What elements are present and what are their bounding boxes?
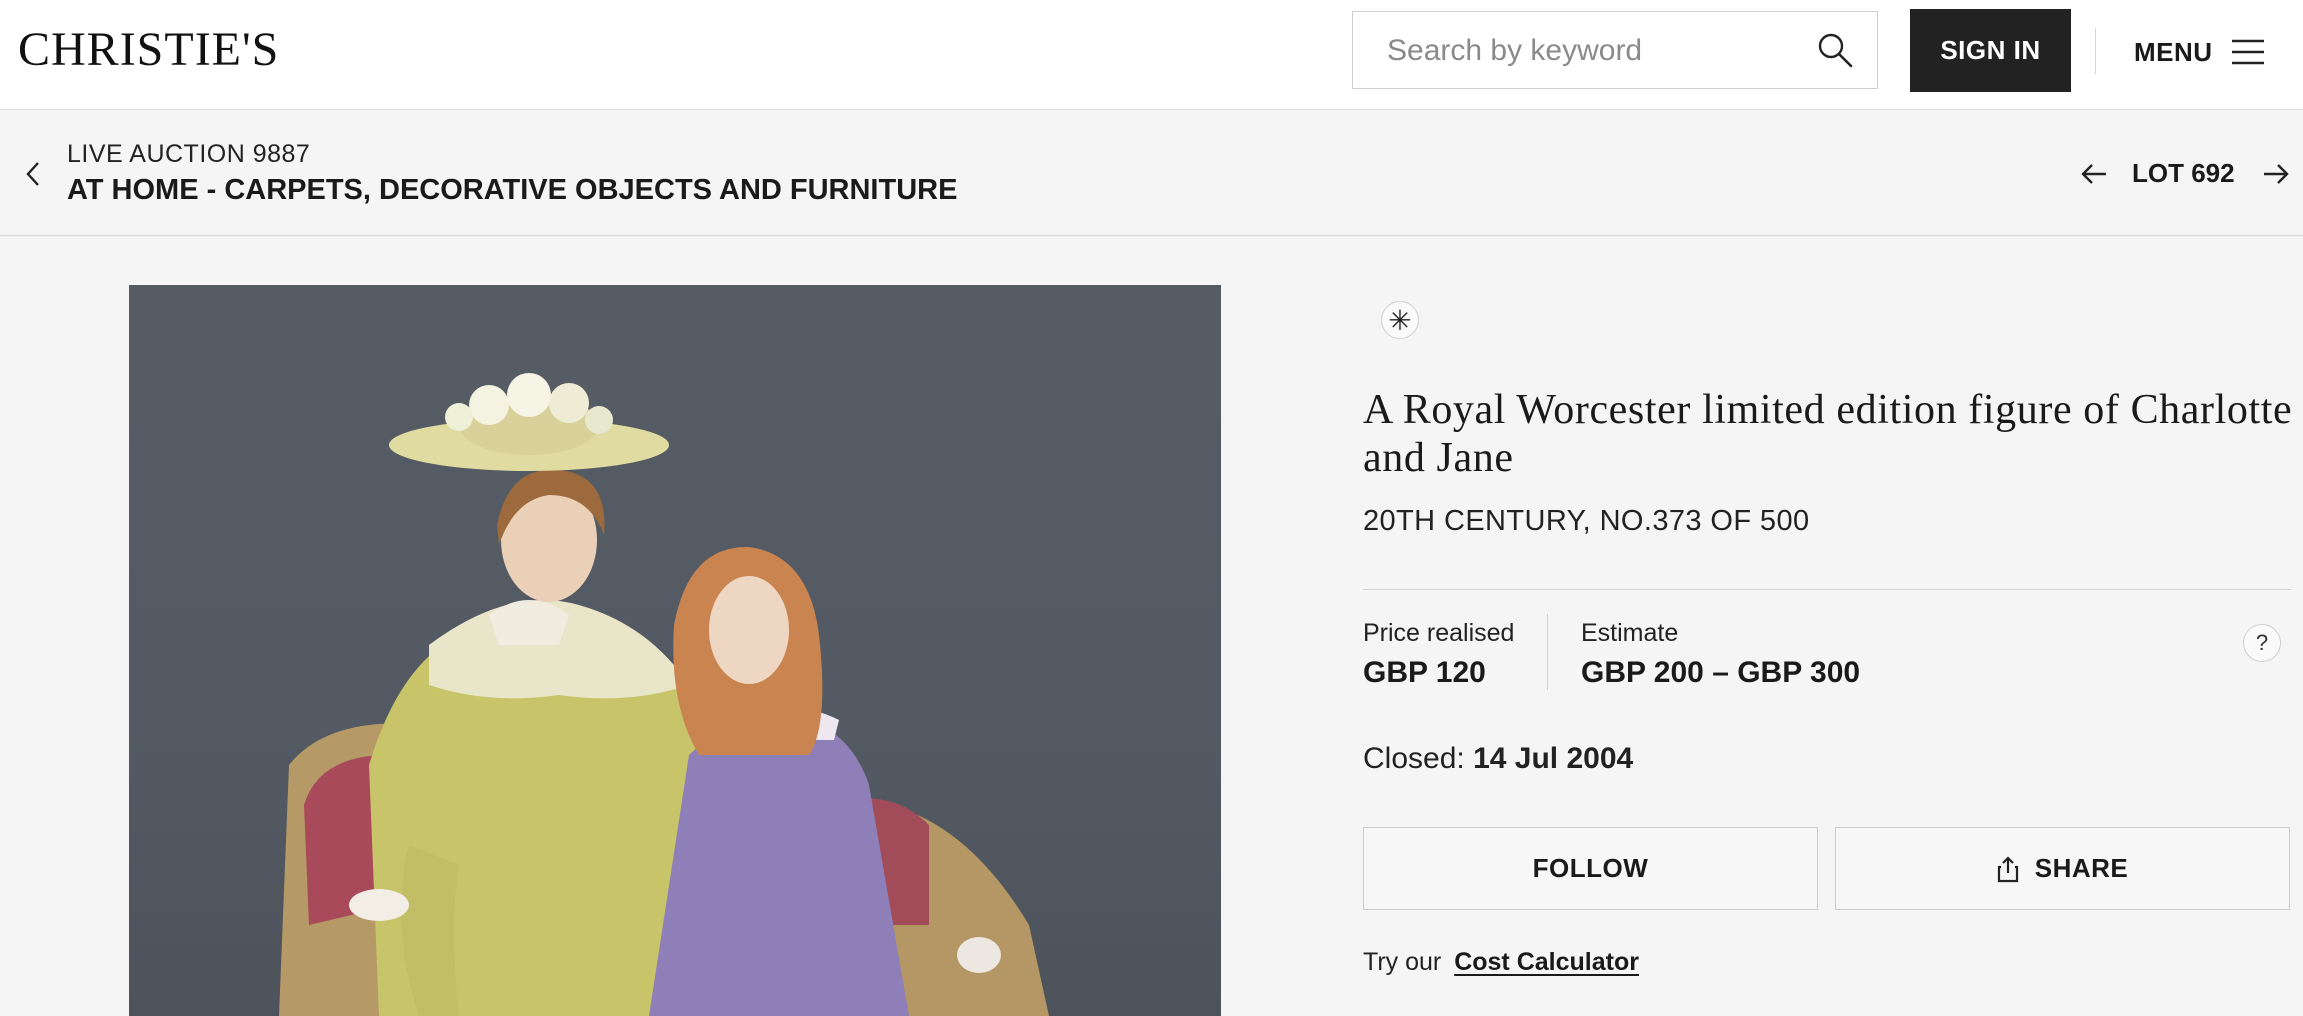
estimate-value: GBP 200 – GBP 300 xyxy=(1581,656,1861,689)
auction-bar: LIVE AUCTION 9887 AT HOME - CARPETS, DEC… xyxy=(0,110,2303,236)
menu-button[interactable]: MENU xyxy=(2134,30,2265,74)
search-icon[interactable] xyxy=(1817,32,1853,68)
header-divider xyxy=(2095,28,2096,74)
lot-title: A Royal Worcester limited edition figure… xyxy=(1363,387,2293,481)
arrow-left-icon[interactable] xyxy=(2080,160,2108,188)
cost-calculator-row: Try our Cost Calculator xyxy=(1363,948,1639,977)
estimate-label: Estimate xyxy=(1581,619,1679,647)
share-label: SHARE xyxy=(2034,853,2129,883)
lot-number: LOT 692 xyxy=(2132,158,2235,188)
follow-label: FOLLOW xyxy=(1532,853,1649,883)
search-box[interactable] xyxy=(1352,11,1878,90)
lot-image[interactable] xyxy=(129,285,1221,1016)
christies-logo[interactable]: CHRISTIE'S xyxy=(18,22,279,77)
share-button[interactable]: SHARE xyxy=(1835,827,2290,910)
price-realised-label: Price realised xyxy=(1363,619,1515,647)
price-realised-value: GBP 120 xyxy=(1363,656,1486,689)
estimate: Estimate GBP 200 – GBP 300 xyxy=(1581,619,1860,690)
details-divider xyxy=(1363,589,2291,590)
share-icon xyxy=(1997,855,2018,882)
search-input[interactable] xyxy=(1385,12,1809,90)
sign-in-button[interactable]: SIGN IN xyxy=(1910,9,2071,92)
menu-label: MENU xyxy=(2134,36,2213,67)
hamburger-icon xyxy=(2231,39,2264,65)
follow-button[interactable]: FOLLOW xyxy=(1363,827,1818,910)
closed-date: Closed: 14 Jul 2004 xyxy=(1363,742,1633,776)
cost-calculator-link[interactable]: Cost Calculator xyxy=(1454,948,1639,976)
lot-subtitle: 20TH CENTURY, NO.373 OF 500 xyxy=(1363,505,1810,537)
auction-number: LIVE AUCTION 9887 xyxy=(67,140,311,168)
price-divider xyxy=(1547,614,1548,690)
special-notice-badge[interactable]: ✳ xyxy=(1381,301,1419,339)
cost-prefix: Try our xyxy=(1363,948,1442,976)
help-icon[interactable]: ? xyxy=(2243,624,2281,662)
closed-date-value: 14 Jul 2004 xyxy=(1473,742,1634,775)
figurine-illustration xyxy=(279,373,1049,1016)
closed-label: Closed: xyxy=(1363,742,1465,775)
price-realised: Price realised GBP 120 xyxy=(1363,619,1514,690)
chevron-left-icon[interactable] xyxy=(22,160,46,188)
arrow-right-icon[interactable] xyxy=(2262,160,2290,188)
auction-title[interactable]: AT HOME - CARPETS, DECORATIVE OBJECTS AN… xyxy=(67,174,957,207)
site-header: CHRISTIE'S SIGN IN MENU xyxy=(0,0,2303,110)
